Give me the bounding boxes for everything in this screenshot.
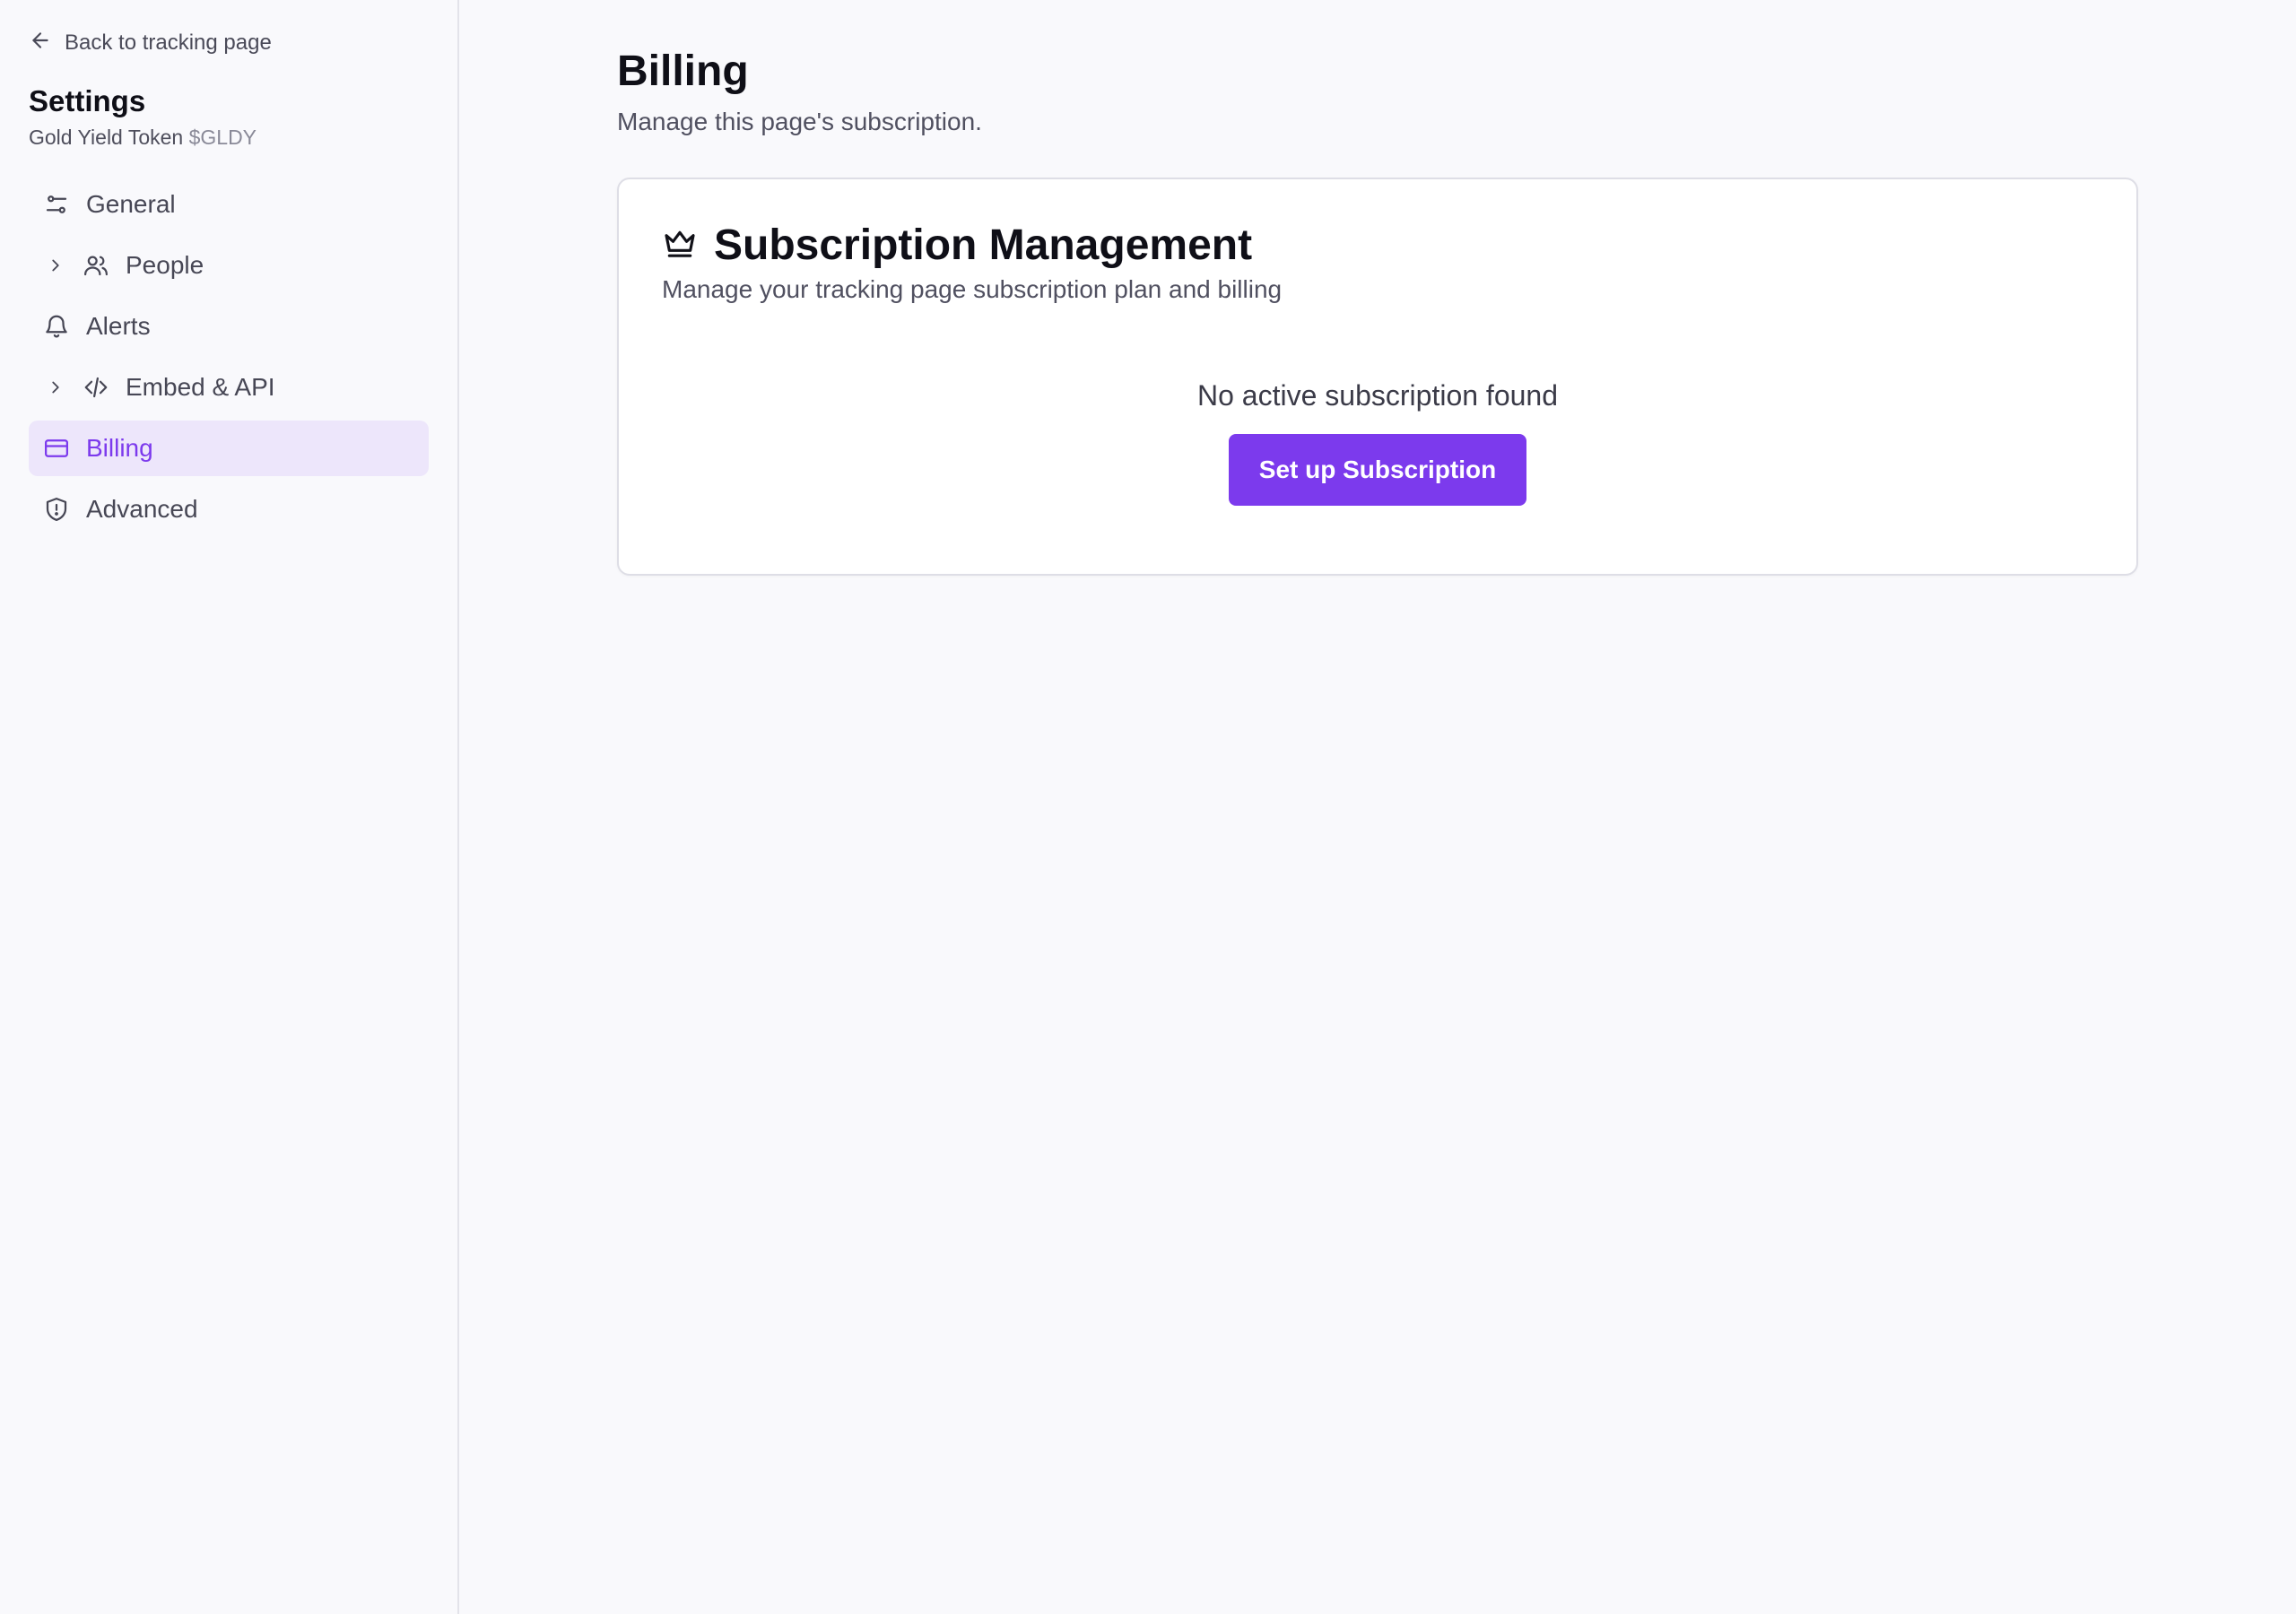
users-icon: [83, 252, 109, 279]
sidebar-item-label: Advanced: [86, 495, 198, 523]
project-label: Gold Yield Token $GLDY: [29, 126, 429, 150]
arrow-left-icon: [29, 29, 52, 58]
sidebar-item-embed-api[interactable]: Embed & API: [29, 360, 429, 415]
crown-icon: [662, 225, 698, 265]
card-header: Subscription Management: [662, 221, 2093, 270]
sidebar-item-billing[interactable]: Billing: [29, 421, 429, 476]
settings-nav: General People Alerts Embed & API Billin…: [29, 177, 429, 537]
page-subtitle: Manage this page's subscription.: [617, 108, 982, 135]
page-title: Billing: [617, 48, 749, 95]
card-description: Manage your tracking page subscription p…: [662, 275, 1283, 303]
project-ticker: $GLDY: [188, 126, 257, 149]
sidebar-item-general[interactable]: General: [29, 177, 429, 232]
shield-alert-icon: [43, 496, 70, 523]
chevron-right-icon[interactable]: [43, 375, 68, 400]
sidebar-item-advanced[interactable]: Advanced: [29, 482, 429, 537]
main-content: Billing Manage this page's subscription.…: [459, 0, 2296, 1614]
code-icon: [83, 374, 109, 401]
sidebar-item-label: Billing: [86, 434, 153, 462]
card-title: Subscription Management: [714, 221, 1253, 269]
sidebar-item-label: People: [126, 251, 204, 279]
back-to-tracking-link[interactable]: Back to tracking page: [29, 29, 429, 57]
chevron-right-icon[interactable]: [43, 253, 68, 278]
empty-state-text: No active subscription found: [1197, 379, 1558, 412]
project-name: Gold Yield Token: [29, 126, 184, 149]
sidebar-item-alerts[interactable]: Alerts: [29, 299, 429, 354]
sidebar-item-label: Embed & API: [126, 373, 275, 401]
sidebar-item-label: General: [86, 190, 176, 218]
settings-title: Settings: [29, 84, 146, 117]
sidebar-item-people[interactable]: People: [29, 238, 429, 293]
sidebar: Back to tracking page Settings Gold Yiel…: [0, 0, 459, 1614]
set-up-subscription-button[interactable]: Set up Subscription: [1228, 434, 1527, 506]
app: Back to tracking page Settings Gold Yiel…: [0, 0, 2296, 1614]
bell-icon: [43, 313, 70, 340]
sidebar-item-label: Alerts: [86, 312, 151, 340]
back-link-label: Back to tracking page: [65, 30, 272, 55]
empty-state: No active subscription found Set up Subs…: [662, 379, 2093, 506]
subscription-card: Subscription Management Manage your trac…: [617, 178, 2138, 576]
sliders-icon: [43, 191, 70, 218]
credit-card-icon: [43, 435, 70, 462]
